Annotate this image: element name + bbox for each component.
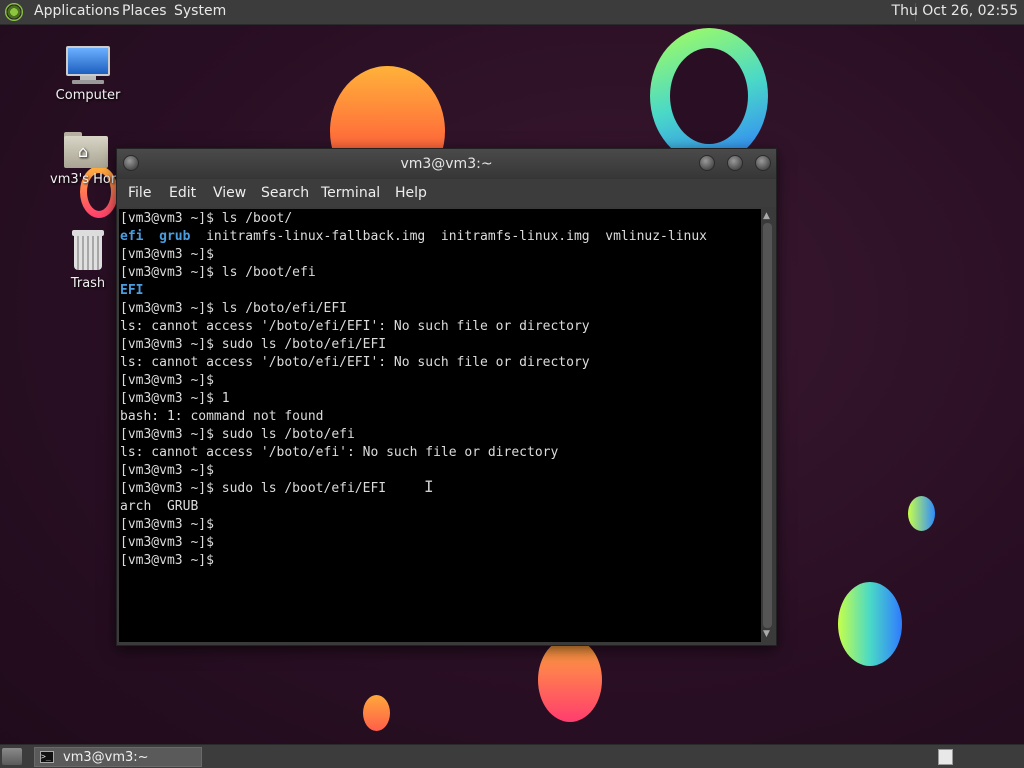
terminal-line: [vm3@vm3 ~]$ [120, 553, 214, 568]
terminal-line: arch GRUB [120, 499, 199, 514]
wallpaper-ring [650, 28, 768, 164]
minimize-button[interactable] [699, 155, 715, 171]
wallpaper-blob [538, 638, 602, 722]
scroll-down-icon[interactable]: ▼ [763, 629, 770, 639]
terminal-line: [vm3@vm3 ~]$ sudo ls /boto/efi [120, 427, 355, 442]
dir-entry: grub [159, 229, 191, 244]
terminal-line: [vm3@vm3 ~]$ [120, 535, 214, 550]
places-menu[interactable]: Places [122, 3, 167, 19]
clock[interactable]: Thu Oct 26, 02:55 [892, 3, 1018, 19]
menu-search[interactable]: Search [261, 185, 309, 201]
show-desktop-icon[interactable] [2, 748, 22, 765]
terminal-line: [vm3@vm3 ~]$ [120, 373, 214, 388]
wallpaper-blob [363, 695, 390, 731]
maximize-button[interactable] [727, 155, 743, 171]
terminal-menubar: File Edit View Search Terminal Help [117, 179, 776, 207]
terminal-line: [vm3@vm3 ~]$ [120, 247, 214, 262]
workspace-switcher[interactable] [938, 749, 953, 765]
desktop-icon-computer[interactable]: Computer [48, 46, 128, 103]
terminal-line-efi-listing: EFI [120, 283, 144, 298]
window-titlebar[interactable]: vm3@vm3:~ [117, 149, 776, 179]
terminal-line: [vm3@vm3 ~]$ sudo ls /boto/efi/EFI [120, 337, 387, 352]
terminal-icon: >_ [40, 751, 54, 763]
terminal-scrollbar[interactable]: ▲ ▼ [761, 209, 774, 642]
scrollbar-thumb[interactable] [763, 223, 772, 628]
terminal-output[interactable]: [vm3@vm3 ~]$ ls /boot/ efi grub initramf… [119, 209, 761, 642]
system-menu[interactable]: System [174, 3, 226, 19]
taskbar-item-label: vm3@vm3:~ [63, 750, 149, 765]
menu-help[interactable]: Help [395, 185, 427, 201]
menu-edit[interactable]: Edit [169, 185, 196, 201]
menu-terminal[interactable]: Terminal [321, 185, 380, 201]
window-title: vm3@vm3:~ [400, 156, 493, 172]
bottom-panel: >_ vm3@vm3:~ [0, 744, 1024, 768]
taskbar-item-terminal[interactable]: >_ vm3@vm3:~ [34, 747, 202, 767]
terminal-line: ls: cannot access '/boto/efi/EFI': No su… [120, 355, 590, 370]
terminal-window[interactable]: vm3@vm3:~ File Edit View Search Terminal… [116, 148, 777, 646]
mate-logo-icon[interactable] [5, 3, 23, 21]
terminal-line: [vm3@vm3 ~]$ [120, 463, 214, 478]
file-entries: initramfs-linux-fallback.img initramfs-l… [190, 229, 708, 244]
terminal-line: [vm3@vm3 ~]$ 1 [120, 391, 230, 406]
terminal-line: [vm3@vm3 ~]$ sudo ls /boot/efi/EFI [120, 481, 387, 496]
wallpaper-blob [908, 496, 935, 531]
desktop-icon-label: Computer [55, 88, 121, 103]
home-folder-icon: ⌂ [64, 130, 108, 168]
trash-icon [70, 228, 106, 272]
text-cursor-icon: I [424, 477, 434, 496]
menu-file[interactable]: File [128, 185, 151, 201]
terminal-line: bash: 1: command not found [120, 409, 324, 424]
scroll-up-icon[interactable]: ▲ [763, 211, 770, 221]
wallpaper-blob [838, 582, 902, 666]
menu-view[interactable]: View [213, 185, 246, 201]
terminal-line: [vm3@vm3 ~]$ [120, 517, 214, 532]
computer-icon [64, 46, 112, 84]
terminal-line: [vm3@vm3 ~]$ ls /boot/efi [120, 265, 316, 280]
terminal-line: ls: cannot access '/boto/efi/EFI': No su… [120, 319, 590, 334]
terminal-line-boot-listing: efi grub initramfs-linux-fallback.img in… [120, 228, 707, 246]
terminal-line: ls: cannot access '/boto/efi': No such f… [120, 445, 559, 460]
terminal-line: [vm3@vm3 ~]$ ls /boot/ [120, 211, 293, 226]
close-button[interactable] [755, 155, 771, 171]
terminal-line: [vm3@vm3 ~]$ ls /boto/efi/EFI [120, 301, 347, 316]
top-panel: Applications Places System Thu Oct 26, 0… [0, 0, 1024, 25]
dir-entry: efi [120, 229, 144, 244]
applications-menu[interactable]: Applications [34, 3, 120, 19]
desktop-icon-home[interactable]: ⌂ vm3's Home [46, 130, 132, 187]
